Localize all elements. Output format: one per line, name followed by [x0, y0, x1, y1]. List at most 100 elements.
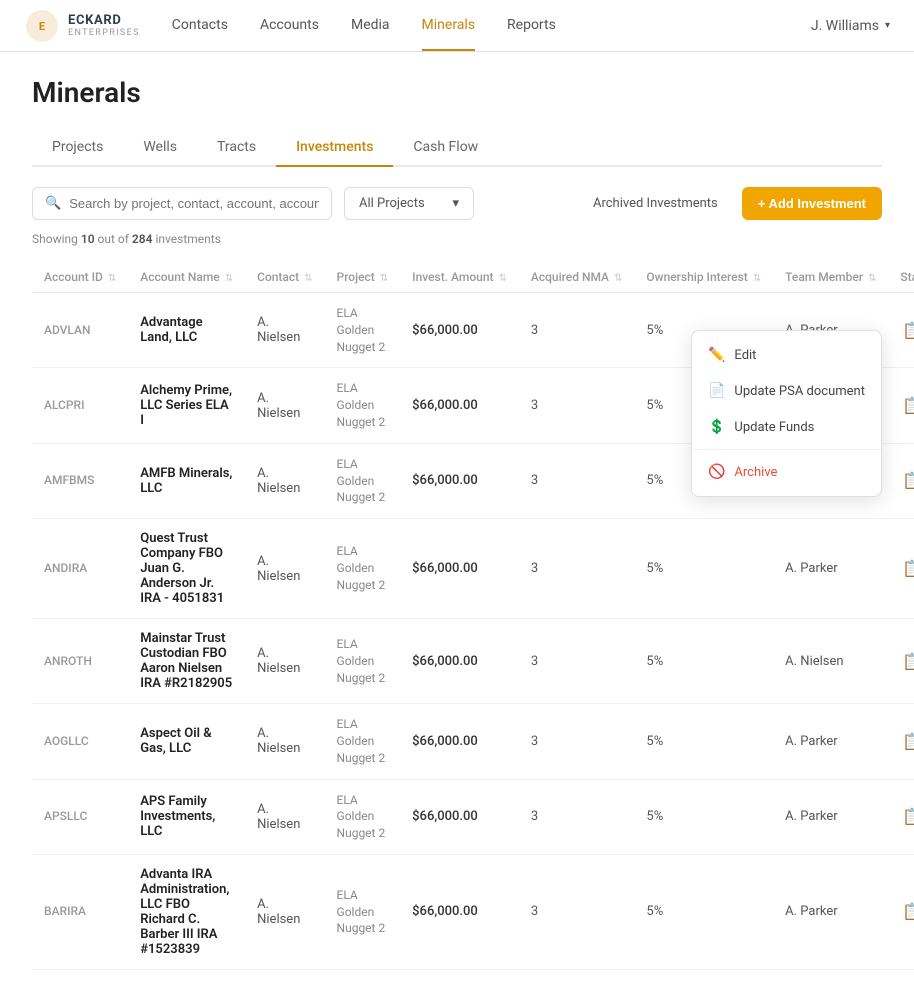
cell-nma: 3 — [519, 779, 635, 854]
tab-investments[interactable]: Investments — [276, 129, 393, 167]
cell-account-id: BARIRA — [32, 854, 128, 969]
col-project: Project ⇅ — [325, 262, 401, 293]
page-title: Minerals — [32, 76, 882, 109]
tab-tracts[interactable]: Tracts — [197, 129, 276, 167]
cell-contact: A. Nielsen — [245, 443, 324, 518]
add-investment-button[interactable]: + Add Investment — [742, 187, 882, 220]
nav-reports[interactable]: Reports — [507, 1, 556, 51]
document-icon[interactable]: 📋 — [900, 650, 914, 673]
cell-actions: 📋 $ ··· — [888, 619, 914, 704]
cell-team: A. Nielsen — [773, 619, 888, 704]
user-menu[interactable]: J. Williams ▾ — [811, 18, 890, 34]
col-team-member: Team Member ⇅ — [773, 262, 888, 293]
nav-media[interactable]: Media — [351, 1, 390, 51]
sort-icon: ⇅ — [225, 273, 233, 284]
cell-team: A. Parker — [773, 704, 888, 779]
cell-amount: $66,000.00 — [400, 368, 519, 443]
cell-amount: $66,000.00 — [400, 854, 519, 969]
cell-actions: 📋 $ ··· — [888, 443, 914, 518]
user-name: J. Williams — [811, 18, 879, 34]
menu-item-archive[interactable]: 🚫 Archive — [692, 454, 881, 490]
cell-amount: $66,000.00 — [400, 443, 519, 518]
context-menu: ✏️ Edit 📄 Update PSA document 💲 Update F… — [691, 330, 882, 497]
cell-team: A. Parker — [773, 779, 888, 854]
archived-investments-button[interactable]: Archived Investments — [581, 188, 730, 219]
count-showing: 10 — [81, 232, 95, 246]
col-ownership: Ownership Interest ⇅ — [634, 262, 773, 293]
tab-wells[interactable]: Wells — [123, 129, 197, 167]
cell-amount: $66,000.00 — [400, 519, 519, 619]
document-icon[interactable]: 📋 — [900, 900, 914, 923]
project-filter-dropdown[interactable]: All Projects ▾ — [344, 187, 474, 220]
cell-contact: A. Nielsen — [245, 519, 324, 619]
col-invest-amount: Invest. Amount ⇅ — [400, 262, 519, 293]
document-icon[interactable]: 📋 — [900, 319, 914, 342]
cell-account-name: Advanta IRA Administration, LLC FBO Rich… — [128, 854, 245, 969]
menu-item-edit[interactable]: ✏️ Edit — [692, 337, 881, 373]
menu-funds-label: Update Funds — [734, 420, 814, 435]
cell-contact: A. Nielsen — [245, 619, 324, 704]
cell-team: A. Parker — [773, 854, 888, 969]
nav-accounts[interactable]: Accounts — [260, 1, 319, 51]
cell-account-name: Alchemy Prime, LLC Series ELA I — [128, 368, 245, 443]
document-icon[interactable]: 📋 — [900, 469, 914, 492]
cell-account-name: APS Family Investments, LLC — [128, 779, 245, 854]
menu-item-update-funds[interactable]: 💲 Update Funds — [692, 409, 881, 445]
menu-archive-label: Archive — [734, 465, 777, 480]
sort-icon: ⇅ — [753, 273, 761, 284]
table-row: AOGLLC Aspect Oil & Gas, LLC A. Nielsen … — [32, 704, 914, 779]
cell-amount: $66,000.00 — [400, 293, 519, 368]
col-status: Status ⇅ — [888, 262, 914, 293]
cell-account-name: Quest Trust Company FBO Juan G. Anderson… — [128, 519, 245, 619]
cell-contact: A. Nielsen — [245, 854, 324, 969]
cell-nma: 3 — [519, 293, 635, 368]
brand-name: ECKARD — [68, 13, 140, 29]
cell-actions: 📋 $ ··· — [888, 368, 914, 443]
cell-account-name: Advantage Land, LLC — [128, 293, 245, 368]
cell-project: ELA Golden Nugget 2 — [325, 368, 401, 443]
dropdown-chevron-icon: ▾ — [452, 196, 459, 211]
cell-contact: A. Nielsen — [245, 704, 324, 779]
cell-nma: 3 — [519, 854, 635, 969]
cell-amount: $66,000.00 — [400, 619, 519, 704]
table-row: APSLLC APS Family Investments, LLC A. Ni… — [32, 779, 914, 854]
document-icon: 📄 — [708, 383, 724, 399]
cell-amount: $66,000.00 — [400, 704, 519, 779]
cell-contact: A. Nielsen — [245, 779, 324, 854]
cell-actions: 📋 $ ··· — [888, 293, 914, 368]
menu-item-update-psa[interactable]: 📄 Update PSA document — [692, 373, 881, 409]
search-input[interactable] — [69, 196, 319, 211]
toolbar: 🔍 All Projects ▾ Archived Investments + … — [32, 187, 882, 220]
cell-account-name: Mainstar Trust Custodian FBO Aaron Niels… — [128, 619, 245, 704]
cell-nma: 3 — [519, 368, 635, 443]
table-row: ANDIRA Quest Trust Company FBO Juan G. A… — [32, 519, 914, 619]
cell-nma: 3 — [519, 443, 635, 518]
cell-account-id: AOGLLC — [32, 704, 128, 779]
document-icon[interactable]: 📋 — [900, 805, 914, 828]
cell-nma: 3 — [519, 704, 635, 779]
table-row: ANROTH Mainstar Trust Custodian FBO Aaro… — [32, 619, 914, 704]
cell-account-id: AMFBMS — [32, 443, 128, 518]
nav-minerals[interactable]: Minerals — [422, 1, 476, 51]
document-icon: 📋 — [900, 394, 914, 417]
cell-project: ELA Golden Nugget 2 — [325, 293, 401, 368]
document-icon[interactable]: 📋 — [900, 557, 914, 580]
cell-account-id: ALCPRI — [32, 368, 128, 443]
cell-project: ELA Golden Nugget 2 — [325, 519, 401, 619]
page-content: Minerals Projects Wells Tracts Investmen… — [0, 52, 914, 994]
sort-icon: ⇅ — [614, 273, 622, 284]
cell-ownership: 5% — [634, 519, 773, 619]
user-chevron-icon: ▾ — [885, 20, 890, 31]
cell-account-name: AMFB Minerals, LLC — [128, 443, 245, 518]
sort-icon: ⇅ — [868, 273, 876, 284]
tab-projects[interactable]: Projects — [32, 129, 123, 167]
tab-cashflow[interactable]: Cash Flow — [393, 129, 498, 167]
cell-account-id: ANROTH — [32, 619, 128, 704]
search-box: 🔍 — [32, 187, 332, 220]
col-account-id: Account ID ⇅ — [32, 262, 128, 293]
col-account-name: Account Name ⇅ — [128, 262, 245, 293]
cell-account-id: ADVLAN — [32, 293, 128, 368]
sort-icon: ⇅ — [304, 273, 312, 284]
nav-contacts[interactable]: Contacts — [172, 1, 228, 51]
project-filter-label: All Projects — [359, 196, 425, 211]
